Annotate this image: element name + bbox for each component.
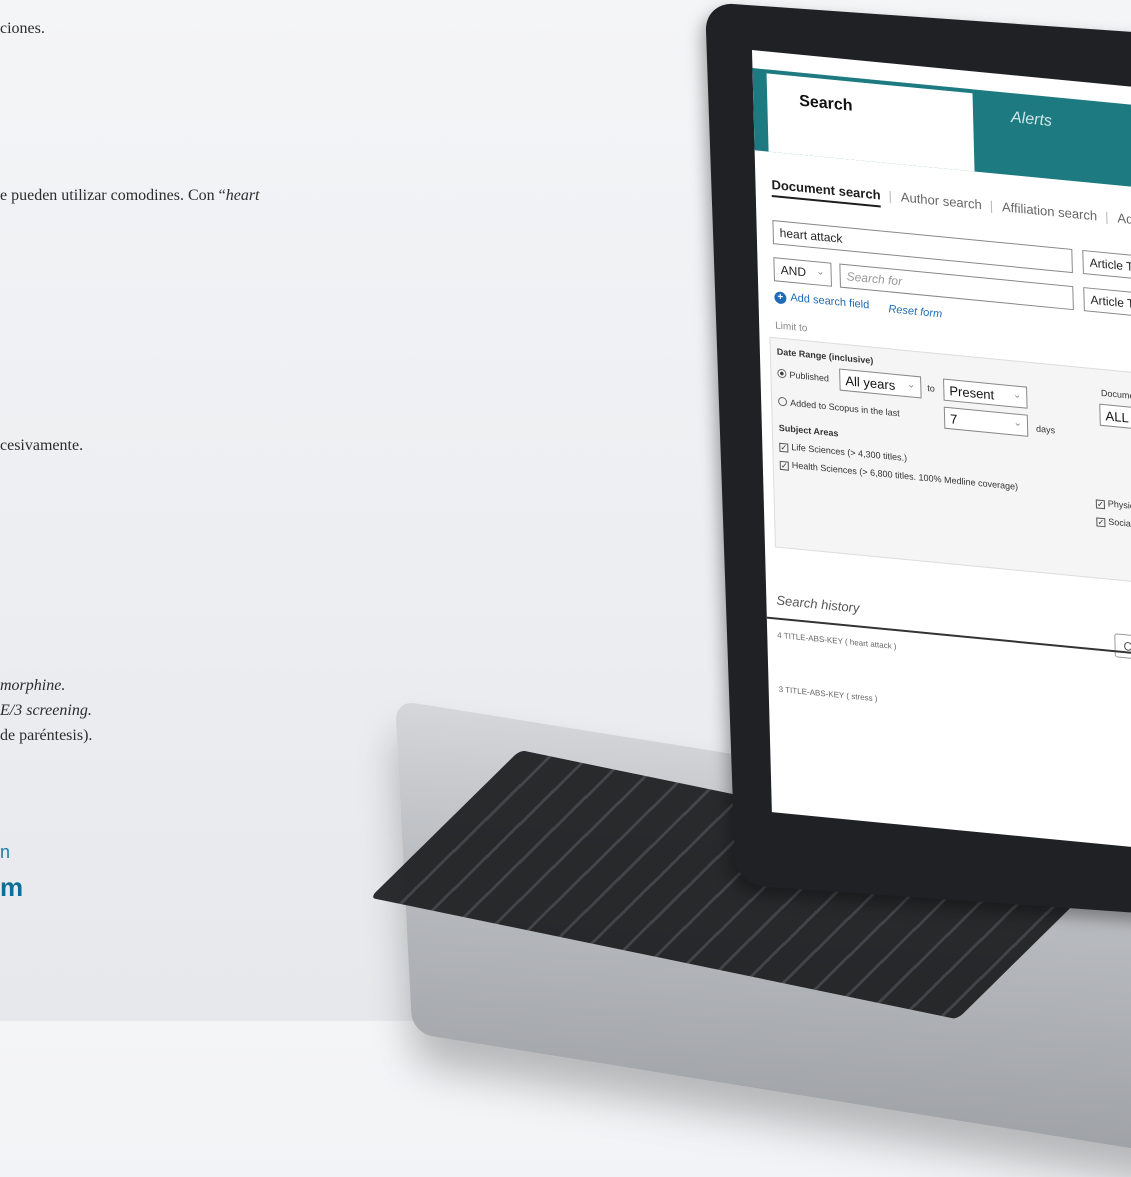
history-row[interactable]: 3 TITLE-ABS-KEY ( stress ): [779, 685, 878, 704]
chevron-down-icon: ⌄: [816, 266, 825, 279]
laptop-screen: Search Alerts Document search | Author se…: [752, 50, 1131, 853]
search-input-2[interactable]: Search for: [839, 263, 1074, 311]
tab-alerts[interactable]: Alerts: [978, 90, 1131, 192]
subject-checkbox[interactable]: ✓ Health Sciences (> 6,800 titles. 100% M…: [779, 459, 1019, 493]
field-select-1[interactable]: Article Ti: [1082, 249, 1131, 285]
field-select-label: Article Tit: [1090, 292, 1131, 312]
date-range-label: Date Range (inclusive): [776, 346, 874, 366]
doc-text-line: E/3 screening.: [0, 702, 92, 720]
document-type-label: Documen: [1100, 387, 1131, 402]
checkbox-checked-icon: ✓: [779, 442, 789, 453]
subject-areas-label: Subject Areas: [778, 422, 839, 439]
history-query[interactable]: TITLE-ABS-KEY ( heart attack ): [784, 631, 897, 651]
tab-search[interactable]: Search: [766, 69, 975, 172]
search-history-title: Search history: [776, 592, 860, 616]
subject-label: Social S: [1108, 516, 1131, 530]
from-year-select[interactable]: All years ⌄: [839, 368, 922, 399]
add-field-label: Add search field: [790, 291, 870, 312]
subtab-author-search[interactable]: Author search: [901, 189, 982, 212]
chevron-down-icon: ⌄: [906, 379, 916, 391]
subtab-affiliation-search[interactable]: Affiliation search: [1002, 199, 1098, 223]
doc-text-line: ciones.: [0, 20, 45, 37]
operator-select[interactable]: AND ⌄: [773, 257, 832, 287]
doc-text-line: morphine.: [0, 677, 65, 695]
field-select-label: Article Ti: [1089, 255, 1131, 275]
history-row[interactable]: 4 TITLE-ABS-KEY ( heart attack ): [777, 631, 897, 652]
doc-text-italic: E/3 screening.: [0, 702, 92, 719]
subject-label: Health Sciences (> 6,800 titles. 100% Me…: [791, 459, 1019, 492]
doc-text-italic: morphine.: [0, 677, 66, 694]
days-value: 7: [949, 411, 958, 427]
doc-text-line: e pueden utilizar comodines. Con “heart: [0, 187, 260, 205]
subtab-advanced[interactable]: Ad: [1117, 210, 1131, 227]
added-label: Added to Scopus in the last: [789, 397, 900, 419]
limit-panel: Date Range (inclusive) Published All yea…: [769, 336, 1131, 587]
chevron-down-icon: ⌄: [1013, 417, 1023, 430]
subject-label: Life Sciences (> 4,300 titles.): [791, 441, 908, 464]
doc-text-fragment: e pueden utilizar comodines. Con “: [0, 187, 226, 204]
doc-blue-heading: m: [0, 872, 24, 902]
checkbox-checked-icon: ✓: [1096, 517, 1106, 528]
search-placeholder: Search for: [846, 269, 903, 289]
doc-text-line: de paréntesis).: [0, 727, 93, 744]
checkbox-checked-icon: ✓: [1095, 499, 1106, 510]
published-radio[interactable]: Published: [777, 368, 830, 384]
reset-form-link[interactable]: Reset form: [888, 303, 942, 320]
subtab-document-search[interactable]: Document search: [771, 176, 881, 208]
to-label: to: [927, 383, 935, 394]
doc-text-line: cesivamente.: [0, 437, 84, 454]
radio-selected-icon: [777, 368, 787, 379]
subject-checkbox[interactable]: ✓Social S: [1096, 515, 1131, 530]
to-year-value: Present: [949, 383, 995, 403]
radio-icon: [777, 396, 788, 407]
field-select-2[interactable]: Article Tit: [1083, 287, 1131, 322]
from-year-value: All years: [845, 373, 896, 393]
document-type-select[interactable]: ALL: [1099, 403, 1131, 434]
chevron-down-icon: ⌄: [1012, 389, 1022, 402]
subject-checkbox[interactable]: ✓ Physica: [1095, 497, 1131, 512]
days-select[interactable]: 7 ⌄: [943, 406, 1029, 437]
search-type-tabs: Document search | Author search | Affiliat…: [771, 176, 1131, 228]
to-year-select[interactable]: Present ⌄: [943, 378, 1028, 409]
main-tab-bar: Search Alerts: [752, 68, 1131, 191]
doc-blue-text: n: [0, 842, 11, 862]
added-radio[interactable]: Added to Scopus in the last: [777, 396, 900, 419]
days-label: days: [1035, 423, 1056, 436]
doc-text-italic: heart: [225, 187, 260, 204]
plus-icon: +: [774, 291, 787, 305]
checkbox-checked-icon: ✓: [779, 460, 789, 471]
operator-value: AND: [780, 262, 807, 280]
subject-label: Physica: [1107, 498, 1131, 512]
limit-to-label: Limit to: [775, 320, 808, 335]
history-query[interactable]: TITLE-ABS-KEY ( stress ): [785, 685, 878, 703]
add-search-field-link[interactable]: + Add search field: [774, 290, 869, 312]
history-number: 3: [778, 684, 784, 695]
published-label: Published: [789, 369, 830, 384]
history-number: 4: [777, 630, 782, 641]
